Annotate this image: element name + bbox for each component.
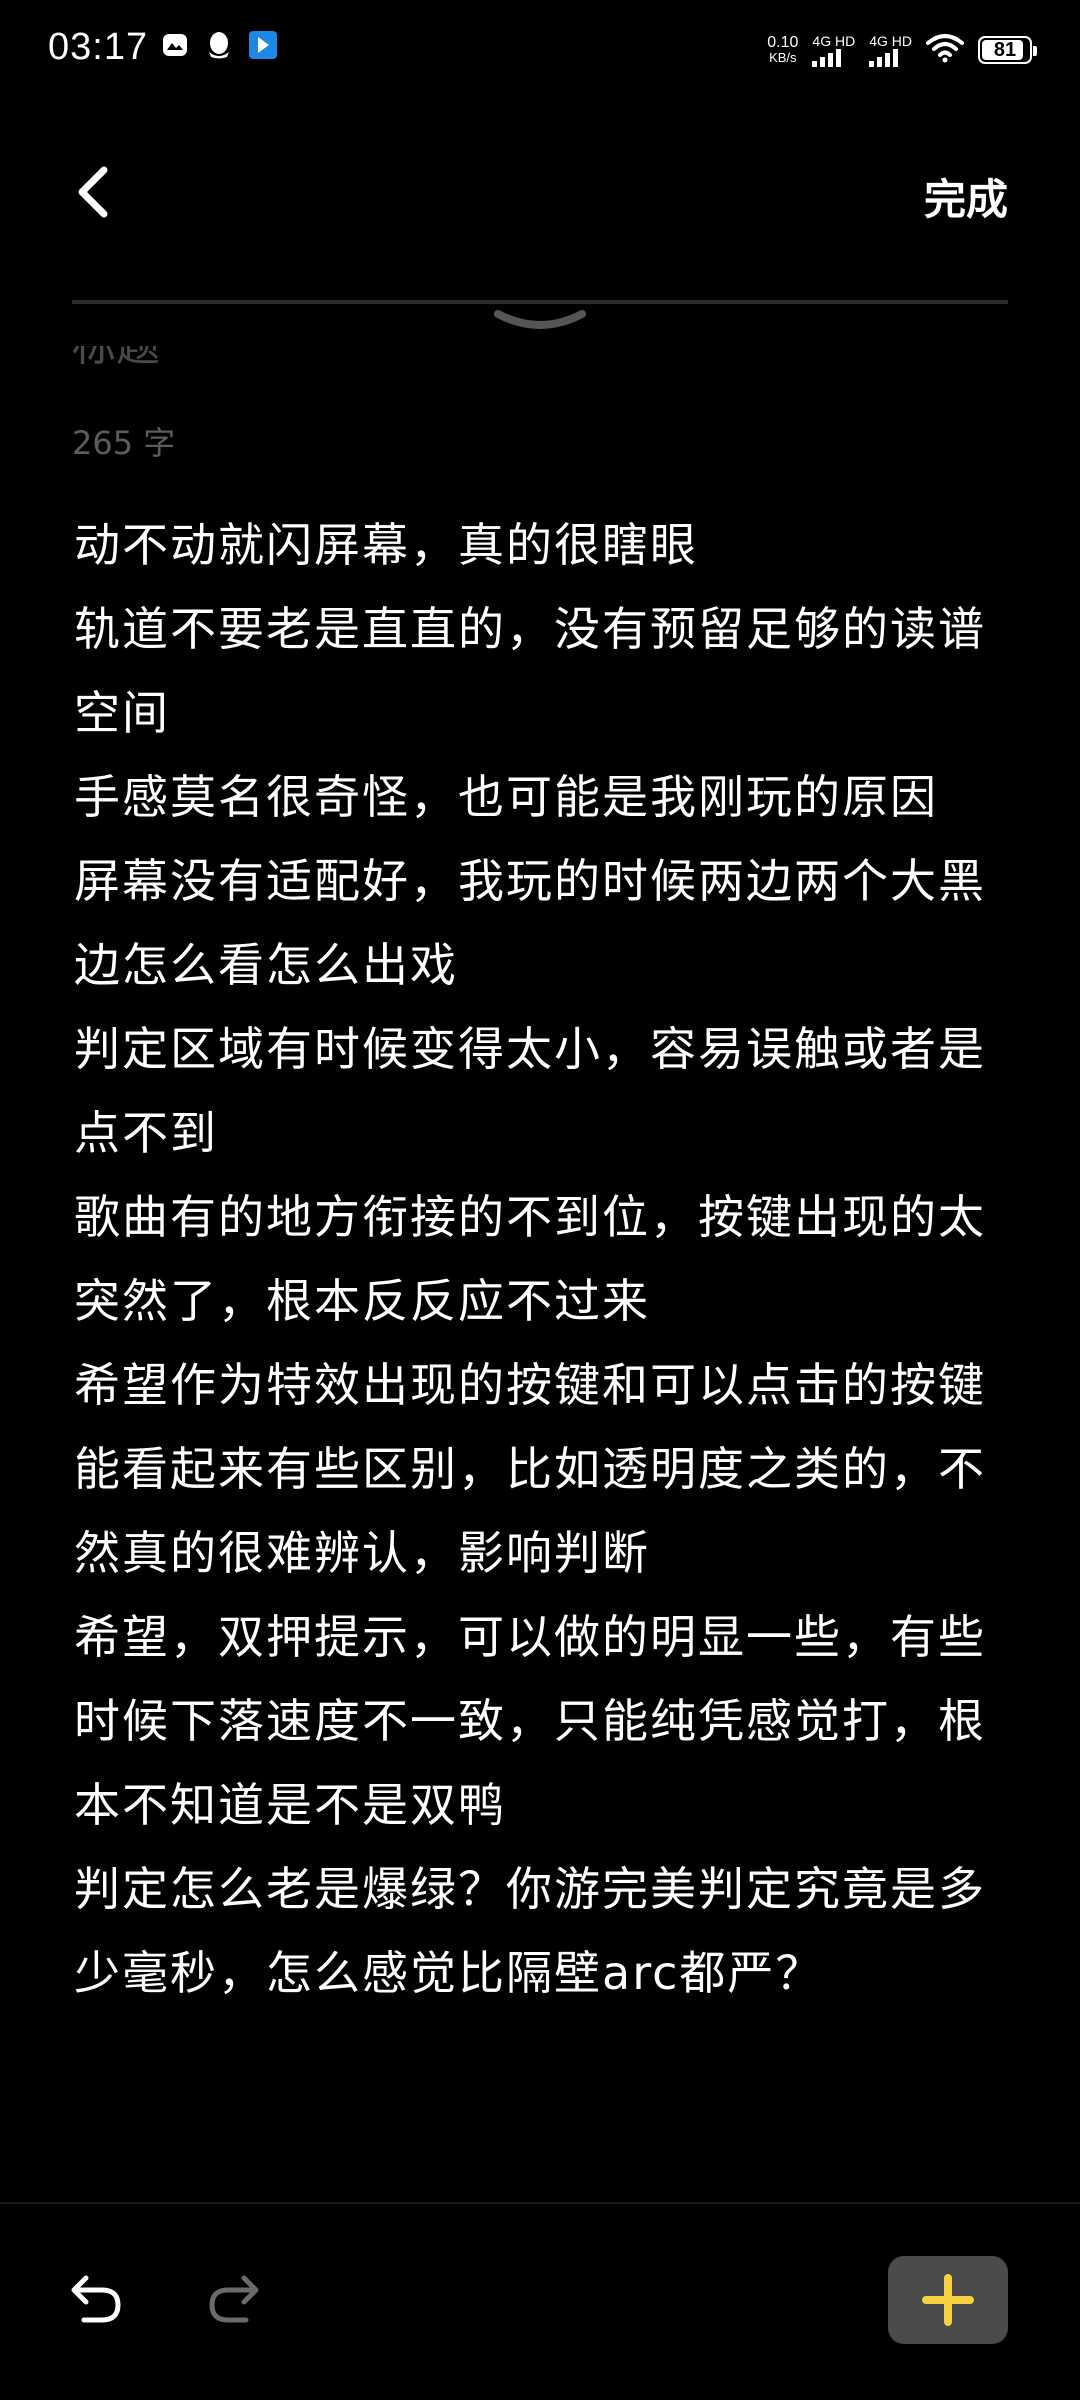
- note-line: 判定怎么老是爆绿？你游完美判定究竟是多少毫秒，怎么感觉比隔壁arc都严？: [74, 1862, 986, 2000]
- undo-button[interactable]: [66, 2268, 126, 2328]
- chevron-left-icon: [78, 166, 108, 218]
- app-icon: [248, 30, 278, 60]
- note-line: 希望，双押提示，可以做的明显一些，有些时候下落速度不一致，只能纯凭感觉打，根本不…: [74, 1610, 986, 1832]
- collapse-handle[interactable]: [492, 306, 588, 346]
- toolbar-divider: [0, 2202, 1080, 2204]
- note-body-editor[interactable]: 动不动就闪屏幕，真的很瞎眼 轨道不要老是直直的，没有预留足够的读谱空间 手感莫名…: [74, 503, 1014, 2015]
- battery-level: 81: [993, 38, 1017, 61]
- note-line: 动不动就闪屏幕，真的很瞎眼: [74, 518, 698, 572]
- status-right: 0.10 KB/s 4G HD 4G HD 81: [767, 28, 1037, 72]
- net-speed-value: 0.10: [767, 34, 799, 51]
- redo-button[interactable]: [204, 2268, 264, 2328]
- sim1-label: 4G HD: [812, 33, 856, 49]
- sim2-label: 4G HD: [869, 33, 912, 49]
- note-line: 歌曲有的地方衔接的不到位，按键出现的太突然了，根本反反应不过来: [74, 1190, 986, 1328]
- plus-icon: [922, 2274, 974, 2326]
- status-time: 03:17: [48, 26, 149, 68]
- back-button[interactable]: [66, 160, 122, 224]
- note-line: 手感莫名很奇怪，也可能是我刚玩的原因: [74, 770, 938, 824]
- note-line: 希望作为特效出现的按键和可以点击的按键能看起来有些区别，比如透明度之类的，不然真…: [74, 1358, 986, 1580]
- image-icon: [160, 30, 190, 60]
- notification-icons: [160, 30, 278, 60]
- add-button[interactable]: [888, 2256, 1008, 2344]
- undo-icon: [71, 2275, 121, 2323]
- signal-bars-icon: [869, 49, 899, 67]
- battery-icon: 81: [978, 36, 1037, 64]
- signal-bars-icon: [812, 49, 842, 67]
- note-title-field[interactable]: 标题: [72, 346, 272, 376]
- network-speed: 0.10 KB/s: [767, 35, 798, 65]
- note-line: 判定区域有时候变得太小，容易误触或者是点不到: [74, 1022, 986, 1160]
- note-line: 轨道不要老是直直的，没有预留足够的读谱空间: [74, 602, 986, 740]
- redo-icon: [209, 2275, 259, 2323]
- qq-icon: [204, 30, 234, 60]
- note-title-text: 标题: [72, 346, 272, 368]
- sim1-signal: 4G HD: [812, 33, 855, 67]
- net-speed-unit: KB/s: [769, 50, 797, 65]
- char-count: 265 字: [72, 424, 176, 462]
- done-button[interactable]: 完成: [924, 166, 1008, 227]
- header-divider: [72, 300, 1008, 304]
- note-line: 屏幕没有适配好，我玩的时候两边两个大黑边怎么看怎么出戏: [74, 854, 986, 992]
- sim2-signal: 4G HD: [869, 33, 912, 67]
- wifi-icon: [926, 33, 964, 67]
- status-bar: 03:17 0.10 KB/s 4G HD 4G HD 81: [0, 0, 1080, 100]
- chevron-down-icon: [494, 310, 586, 329]
